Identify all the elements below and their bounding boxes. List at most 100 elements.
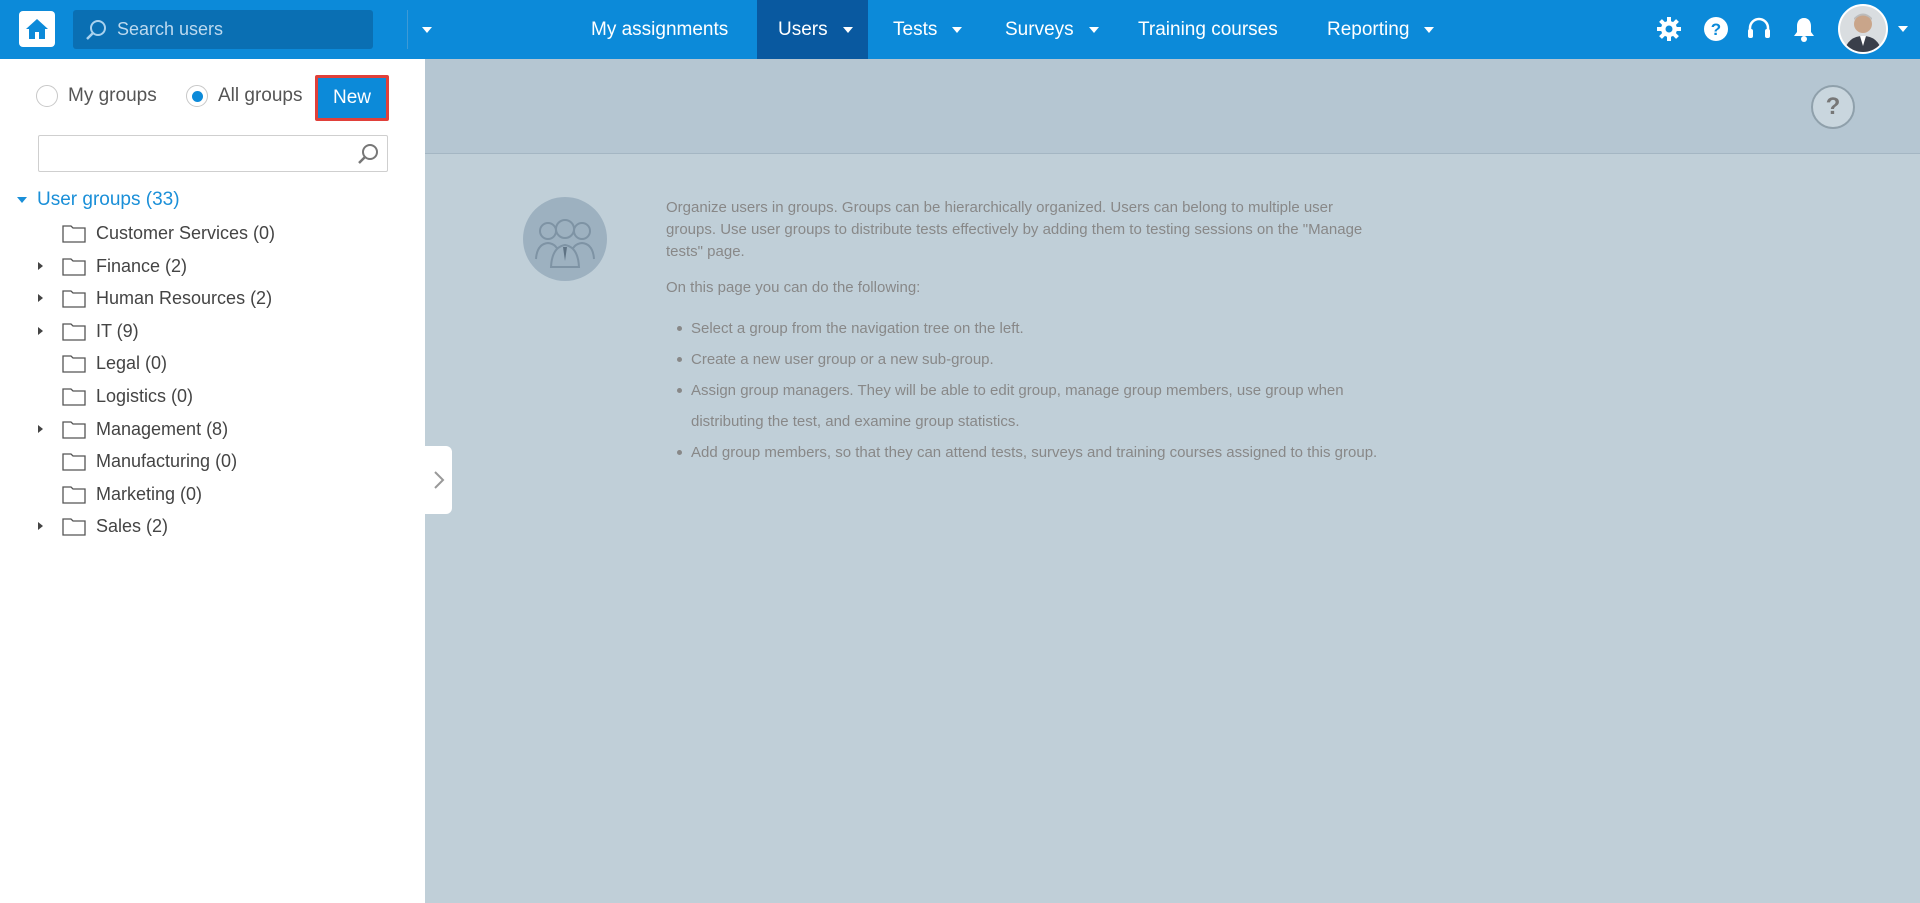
- radio-label: My groups: [68, 85, 157, 106]
- list-item: Assign group managers. They will be able…: [677, 375, 1386, 437]
- tree-item[interactable]: Finance (2): [38, 253, 187, 279]
- nav-label: Training courses: [1138, 18, 1278, 40]
- folder-icon: [62, 485, 86, 504]
- radio-label: All groups: [218, 85, 303, 106]
- tree-item-label: Sales (2): [96, 515, 169, 536]
- nav-tests[interactable]: Tests: [872, 0, 983, 59]
- list-item: Select a group from the navigation tree …: [677, 313, 1386, 344]
- tree-item-label: IT (9): [96, 320, 139, 341]
- lead-text: On this page you can do the following:: [666, 279, 921, 296]
- expand-arrow-icon[interactable]: [38, 291, 52, 305]
- chevron-down-icon: [1088, 26, 1099, 33]
- chevron-down-icon: [1424, 26, 1435, 33]
- expand-arrow-icon[interactable]: [38, 519, 52, 533]
- user-group-illustration: [523, 197, 607, 281]
- tree-item[interactable]: Management (8): [38, 416, 228, 442]
- group-filter-box: [38, 135, 388, 172]
- user-avatar[interactable]: [1838, 4, 1888, 54]
- content-header: ?: [425, 59, 1920, 154]
- user-search-box: [73, 10, 432, 49]
- nav-label: Surveys: [1005, 18, 1074, 40]
- gear-icon: [1657, 17, 1681, 41]
- tree-item[interactable]: Logistics (0): [38, 383, 193, 409]
- folder-icon: [62, 517, 86, 536]
- account-menu-chevron-icon[interactable]: [1898, 26, 1908, 32]
- folder-icon: [62, 420, 86, 439]
- expand-arrow-icon[interactable]: [38, 259, 52, 273]
- search-icon: [86, 20, 106, 40]
- folder-icon: [62, 387, 86, 406]
- sidebar-collapse-toggle[interactable]: [425, 446, 452, 514]
- search-options-dropdown[interactable]: [407, 10, 446, 49]
- users-group-icon: [535, 219, 595, 268]
- radio-my-groups[interactable]: My groups: [36, 85, 157, 107]
- help-text-panel: Organize users in groups. Groups can be …: [666, 197, 1386, 468]
- chevron-down-icon: [952, 26, 963, 33]
- tree-item-label: Marketing (0): [96, 483, 203, 504]
- home-button[interactable]: [19, 11, 55, 47]
- page-help-button[interactable]: ?: [1811, 85, 1855, 129]
- bell-icon: [1794, 18, 1814, 42]
- nav-users[interactable]: Users: [757, 0, 868, 59]
- tree-item[interactable]: Manufacturing (0): [38, 448, 237, 474]
- tree-item-label: Manufacturing (0): [96, 450, 238, 471]
- tree-item-label: Finance (2): [96, 255, 188, 276]
- folder-icon: [62, 257, 86, 276]
- tree-item-label: Human Resources (2): [96, 287, 273, 308]
- search-icon[interactable]: [357, 143, 379, 165]
- profile-photo: [1840, 6, 1886, 52]
- nav-label: My assignments: [591, 18, 729, 40]
- headset-icon: [1748, 17, 1770, 38]
- svg-text:?: ?: [1711, 20, 1721, 39]
- list-item: Create a new user group or a new sub-gro…: [677, 344, 1386, 375]
- nav-label: Tests: [893, 18, 938, 40]
- folder-icon: [62, 354, 86, 373]
- folder-icon: [62, 289, 86, 308]
- nav-my-assignments[interactable]: My assignments: [570, 0, 749, 59]
- notifications-button[interactable]: [1789, 14, 1819, 44]
- radio-circle[interactable]: [36, 85, 58, 107]
- tree-item-label: Legal (0): [96, 352, 168, 373]
- tree-root-user-groups[interactable]: User groups (33): [17, 189, 180, 211]
- tree-item-label: Management (8): [96, 418, 229, 439]
- home-icon: [26, 19, 48, 39]
- nav-training-courses[interactable]: Training courses: [1117, 0, 1299, 59]
- tree-item[interactable]: Human Resources (2): [38, 285, 272, 311]
- group-filter-input[interactable]: [39, 136, 339, 171]
- expand-caret-icon[interactable]: [17, 197, 27, 203]
- tree-item[interactable]: Legal (0): [38, 350, 167, 376]
- nav-surveys[interactable]: Surveys: [984, 0, 1120, 59]
- tree-item[interactable]: Marketing (0): [38, 481, 202, 507]
- tree-item[interactable]: Customer Services (0): [38, 220, 275, 246]
- folder-icon: [62, 452, 86, 471]
- expand-arrow-icon[interactable]: [38, 324, 52, 338]
- support-button[interactable]: [1744, 14, 1774, 44]
- expand-arrow-icon[interactable]: [38, 422, 52, 436]
- action-list: Select a group from the navigation tree …: [666, 313, 1386, 468]
- nav-reporting[interactable]: Reporting: [1306, 0, 1455, 59]
- nav-label: Reporting: [1327, 18, 1410, 40]
- help-icon: ?: [1704, 17, 1728, 41]
- chevron-right-icon: [433, 471, 444, 489]
- folder-icon: [62, 224, 86, 243]
- radio-all-groups[interactable]: All groups: [186, 85, 303, 107]
- tree-item[interactable]: Sales (2): [38, 513, 168, 539]
- main-content-area: ? Organize users in groups. Groups can b…: [425, 59, 1920, 903]
- top-navigation-bar: My assignments Users Tests Surveys Train…: [0, 0, 1920, 59]
- help-button[interactable]: ?: [1701, 14, 1731, 44]
- search-users-input[interactable]: [117, 10, 402, 49]
- list-item: Add group members, so that they can atte…: [677, 437, 1386, 468]
- new-group-button[interactable]: New: [315, 75, 389, 121]
- tree-item[interactable]: IT (9): [38, 318, 139, 344]
- tree-root-label: User groups (33): [37, 189, 180, 210]
- tree-item-label: Customer Services (0): [96, 222, 276, 243]
- nav-label: Users: [778, 18, 828, 40]
- folder-icon: [62, 322, 86, 341]
- settings-button[interactable]: [1654, 14, 1684, 44]
- radio-circle-selected[interactable]: [186, 85, 208, 107]
